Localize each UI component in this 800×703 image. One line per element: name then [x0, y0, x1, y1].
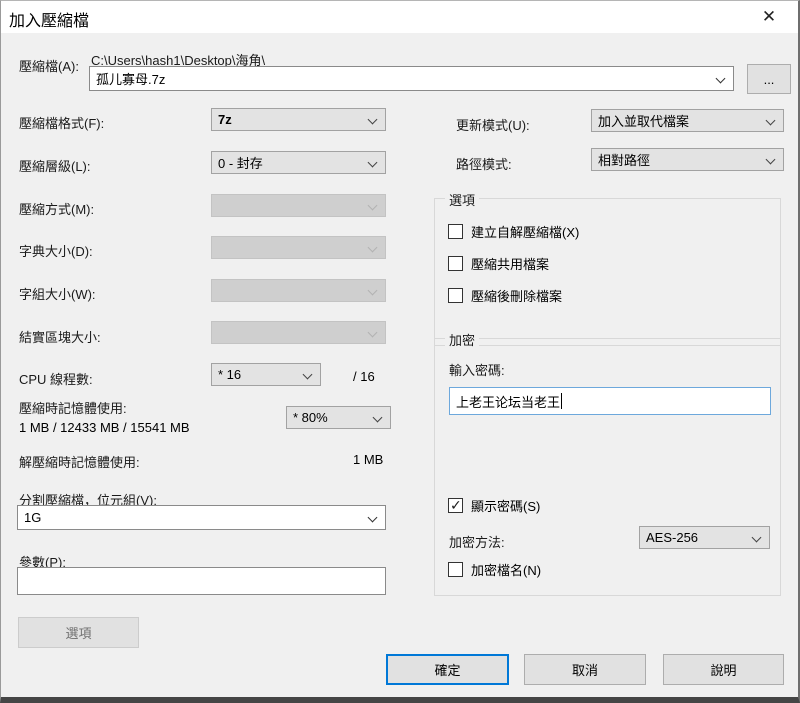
split-volume-combo[interactable]: 1G [17, 505, 386, 530]
word-size-label: 字組大小(W): [19, 287, 96, 302]
password-input[interactable]: 上老王论坛当老王 [449, 387, 771, 415]
chevron-down-icon [367, 512, 378, 523]
memory-compress-label: 壓縮時記憶體使用: [19, 401, 127, 416]
archive-label: 壓縮檔(A): [19, 59, 79, 74]
chevron-down-icon [367, 114, 378, 125]
update-mode-combo[interactable]: 加入並取代檔案 [591, 109, 784, 132]
level-label: 壓縮層級(L): [19, 159, 91, 174]
delete-after-checkbox[interactable]: 壓縮後刪除檔案 [448, 286, 562, 305]
encryption-group: 加密 輸入密碼: 上老王论坛当老王 顯示密碼(S) 加密方法: AES-256 … [434, 330, 781, 596]
cpu-threads-max: / 16 [353, 369, 375, 384]
ok-button[interactable]: 確定 [386, 654, 509, 685]
options-button-label: 選項 [65, 626, 92, 641]
ok-button-label: 確定 [434, 663, 461, 678]
create-sfx-label: 建立自解壓縮檔(X) [471, 225, 580, 240]
chevron-down-icon [367, 157, 378, 168]
help-button[interactable]: 說明 [663, 654, 784, 685]
close-icon[interactable]: ✕ [754, 5, 784, 29]
format-value: 7z [218, 112, 232, 127]
text-caret [561, 393, 563, 409]
solid-block-label: 結實區塊大小: [19, 330, 101, 345]
path-mode-value: 相對路徑 [598, 153, 651, 168]
chevron-down-icon [372, 412, 383, 423]
cpu-threads-value: * 16 [218, 367, 242, 382]
checkbox-icon [448, 256, 463, 271]
titlebar: 加入壓縮檔 ✕ [1, 1, 798, 33]
memory-usage-value: * 80% [293, 410, 328, 425]
show-password-checkbox[interactable]: 顯示密碼(S) [448, 496, 540, 515]
chevron-down-icon [367, 242, 378, 253]
window-title: 加入壓縮檔 [9, 13, 90, 30]
delete-after-label: 壓縮後刪除檔案 [471, 289, 563, 304]
password-label: 輸入密碼: [449, 363, 505, 378]
compress-shared-checkbox[interactable]: 壓縮共用檔案 [448, 254, 549, 273]
split-volume-value: 1G [24, 510, 42, 525]
memory-decompress-value: 1 MB [353, 452, 384, 467]
browse-label: ... [763, 71, 775, 87]
dictionary-label: 字典大小(D): [19, 244, 93, 259]
encryption-method-value: AES-256 [646, 530, 699, 545]
checkbox-icon [448, 224, 463, 239]
dictionary-combo [211, 236, 386, 259]
password-value: 上老王论坛当老王 [456, 394, 561, 410]
options-group-title: 選項 [445, 190, 480, 209]
path-mode-label: 路徑模式: [456, 157, 512, 172]
update-mode-value: 加入並取代檔案 [598, 114, 690, 129]
method-label: 壓縮方式(M): [19, 202, 95, 217]
chevron-down-icon [367, 285, 378, 296]
format-label: 壓縮檔格式(F): [19, 116, 105, 131]
archive-name-value: 孤儿寡母.7z [96, 72, 166, 87]
memory-decompress-label: 解壓縮時記憶體使用: [19, 455, 140, 470]
chevron-down-icon [765, 154, 776, 165]
method-combo [211, 194, 386, 217]
encrypt-filenames-label: 加密檔名(N) [471, 563, 542, 578]
level-combo[interactable]: 0 - 封存 [211, 151, 386, 174]
chevron-down-icon [367, 200, 378, 211]
show-password-label: 顯示密碼(S) [471, 499, 541, 514]
chevron-down-icon [715, 73, 726, 84]
encryption-group-title: 加密 [445, 330, 480, 349]
options-group: 選項 建立自解壓縮檔(X) 壓縮共用檔案 壓縮後刪除檔案 [434, 190, 781, 346]
archive-name-combo[interactable]: 孤儿寡母.7z [89, 66, 734, 91]
chevron-down-icon [751, 532, 762, 543]
cpu-threads-label: CPU 線程數: [19, 372, 93, 387]
parameters-input[interactable] [17, 567, 386, 595]
checkbox-icon [448, 288, 463, 303]
memory-usage-combo[interactable]: * 80% [286, 406, 391, 429]
cpu-threads-combo[interactable]: * 16 [211, 363, 321, 386]
create-sfx-checkbox[interactable]: 建立自解壓縮檔(X) [448, 222, 579, 241]
checkbox-icon [448, 497, 463, 514]
chevron-down-icon [367, 327, 378, 338]
cancel-button-label: 取消 [571, 663, 598, 678]
level-value: 0 - 封存 [218, 156, 263, 171]
options-button[interactable]: 選項 [18, 617, 139, 648]
compress-shared-label: 壓縮共用檔案 [471, 257, 550, 272]
encryption-method-combo[interactable]: AES-256 [639, 526, 770, 549]
cancel-button[interactable]: 取消 [524, 654, 646, 685]
add-to-archive-dialog: 加入壓縮檔 ✕ 壓縮檔(A): C:\Users\hash1\Desktop\海… [0, 0, 800, 703]
path-mode-combo[interactable]: 相對路徑 [591, 148, 784, 171]
encryption-method-label: 加密方法: [449, 535, 505, 550]
browse-button[interactable]: ... [747, 64, 791, 94]
update-mode-label: 更新模式(U): [456, 118, 530, 133]
word-size-combo [211, 279, 386, 302]
memory-compress-detail: 1 MB / 12433 MB / 15541 MB [19, 420, 190, 435]
dialog-body: 壓縮檔(A): C:\Users\hash1\Desktop\海角\ 孤儿寡母.… [1, 33, 798, 698]
format-combo[interactable]: 7z [211, 108, 386, 131]
encrypt-filenames-checkbox[interactable]: 加密檔名(N) [448, 560, 541, 579]
solid-block-combo [211, 321, 386, 344]
help-button-label: 說明 [710, 663, 737, 678]
chevron-down-icon [302, 369, 313, 380]
checkbox-icon [448, 562, 463, 577]
chevron-down-icon [765, 115, 776, 126]
